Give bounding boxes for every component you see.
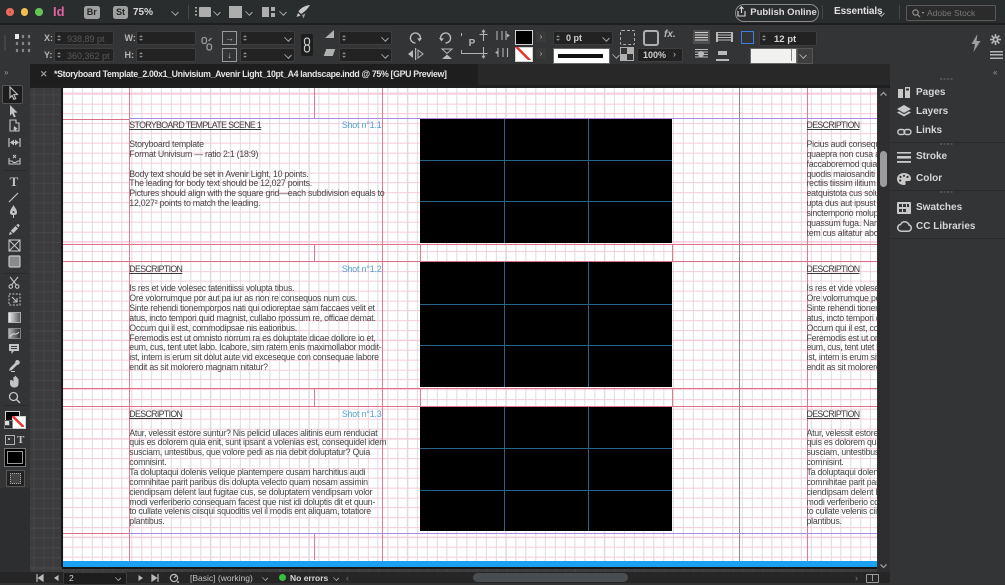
svg-text:T: T: [10, 175, 19, 187]
